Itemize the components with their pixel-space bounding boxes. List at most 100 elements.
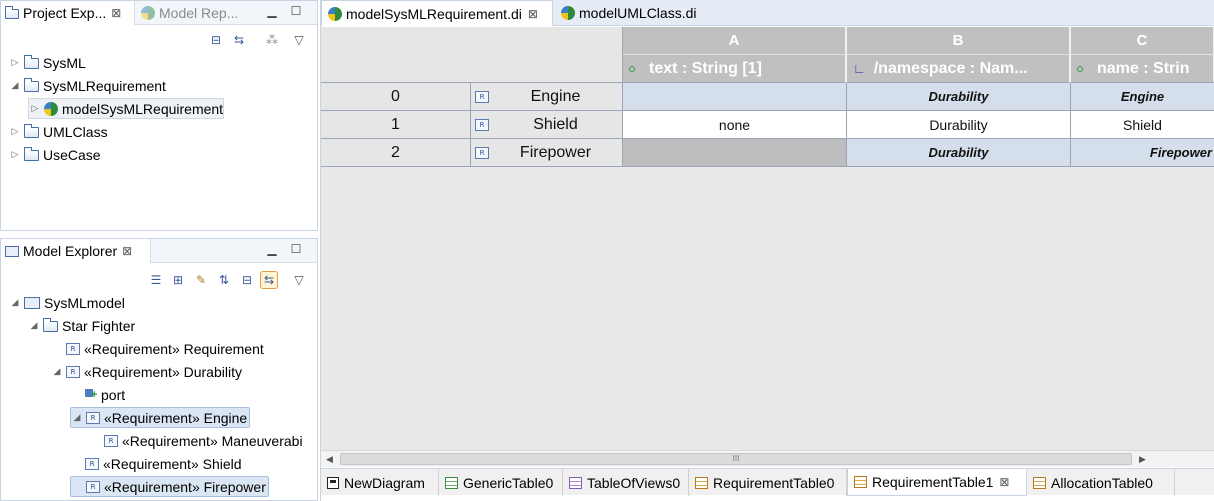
requirement-icon: R	[475, 146, 489, 159]
tab-requirementtable0[interactable]: RequirementTable0	[689, 469, 847, 496]
collapse-icon[interactable]: ◢	[9, 80, 21, 91]
close-icon[interactable]: ⊠	[111, 6, 121, 20]
table-cell[interactable]: Durability	[847, 111, 1071, 139]
collapse-icon[interactable]: ◢	[71, 412, 83, 423]
column-header-text[interactable]: text : String [1]	[623, 55, 847, 83]
column-letter-c[interactable]: C	[1071, 27, 1214, 55]
tree-label: modelSysMLRequirement	[62, 100, 224, 117]
tree-item-umlclass[interactable]: ▷ UMLClass	[9, 121, 108, 142]
collapse-icon[interactable]: ◢	[51, 366, 63, 377]
column-letter-a[interactable]: A	[623, 27, 847, 55]
column-header-name[interactable]: name : Strin	[1071, 55, 1214, 83]
close-icon[interactable]: ⊠	[122, 244, 132, 258]
papyrus-model-icon	[328, 6, 342, 21]
table-cell[interactable]: Shield	[1071, 111, 1214, 139]
tree-item-modelsysmlrequirement[interactable]: ▷ modelSysMLRequirement	[28, 98, 225, 119]
tree-label: UseCase	[43, 146, 101, 163]
tab-modelsysmlrequirement-di[interactable]: modelSysMLRequirement.di ⊠	[321, 0, 553, 26]
view-menu-icon[interactable]: ▽	[290, 271, 308, 289]
model-icon	[24, 296, 40, 309]
tree-item-durability[interactable]: ◢ R «Requirement» Durability	[51, 361, 242, 382]
column-header-label: text : String [1]	[649, 59, 762, 77]
minimize-icon[interactable]: ▁	[265, 4, 279, 18]
tree-item-shield[interactable]: R «Requirement» Shield	[70, 453, 242, 474]
table-cell[interactable]	[623, 139, 847, 167]
table-cell[interactable]: none	[623, 111, 847, 139]
requirement-icon: R	[66, 342, 80, 355]
tab-model-repository[interactable]: Model Rep...	[137, 1, 257, 25]
row-number[interactable]: 2	[321, 139, 471, 167]
model-explorer-view: Model Explorer ⊠ ▁ ☐ ☰ ⊞ ✎ ⇅ ⊟ ⇆ ▽ ◢ Sys…	[0, 238, 318, 501]
sort-alpha-icon[interactable]: ⇅	[215, 271, 233, 289]
tree-item-star-fighter[interactable]: ◢ Star Fighter	[28, 315, 136, 336]
tree-item-maneuverability[interactable]: R «Requirement» Maneuverabi	[89, 430, 303, 451]
tab-project-explorer[interactable]: Project Exp... ⊠	[1, 1, 135, 25]
collapse-all-icon[interactable]: ⊟	[207, 31, 225, 49]
table-cell[interactable]: Durability	[847, 139, 1071, 167]
tab-allocationtable0[interactable]: AllocationTable0	[1027, 469, 1175, 496]
tree-item-engine[interactable]: ◢ R «Requirement» Engine	[70, 407, 251, 428]
row-header[interactable]: R Firepower	[471, 139, 623, 167]
requirement-icon: R	[104, 434, 118, 447]
scroll-left-icon[interactable]: ◀	[321, 451, 338, 468]
expand-icon[interactable]: ▷	[9, 57, 21, 68]
tree-icon[interactable]: ⊞	[169, 271, 187, 289]
close-icon[interactable]: ⊠	[999, 475, 1009, 489]
row-header[interactable]: R Shield	[471, 111, 623, 139]
table-cell[interactable]: Engine	[1071, 83, 1214, 111]
list-icon[interactable]: ☰	[147, 271, 165, 289]
tree-label: «Requirement» Durability	[84, 363, 242, 380]
table-cell[interactable]	[623, 83, 847, 111]
tree-item-port[interactable]: port	[70, 384, 125, 405]
collapse-all-icon[interactable]: ⊟	[238, 271, 256, 289]
tree-item-sysmlmodel[interactable]: ◢ SysMLmodel	[9, 292, 125, 313]
tab-generictable0[interactable]: GenericTable0	[439, 469, 563, 496]
filter-icon[interactable]: ⁂	[263, 31, 281, 49]
model-explorer-icon	[5, 245, 19, 257]
tab-label: RequirementTable1	[872, 474, 994, 490]
close-icon[interactable]: ⊠	[528, 7, 538, 21]
folder-icon	[24, 55, 39, 69]
row-header[interactable]: R Engine	[471, 83, 623, 111]
link-with-editor-icon[interactable]: ⇆	[260, 271, 278, 289]
tree-item-usecase[interactable]: ▷ UseCase	[9, 144, 101, 165]
scrollbar-thumb[interactable]: III	[340, 453, 1132, 465]
tab-model-explorer[interactable]: Model Explorer ⊠	[1, 239, 151, 263]
tree-label: SysML	[43, 54, 86, 71]
expand-icon[interactable]: ▷	[9, 149, 21, 160]
maximize-icon[interactable]: ☐	[289, 242, 303, 256]
minimize-icon[interactable]: ▁	[265, 242, 279, 256]
view-menu-icon[interactable]: ▽	[290, 31, 308, 49]
link-with-editor-icon[interactable]: ⇆	[230, 31, 248, 49]
expand-icon[interactable]: ▷	[9, 126, 21, 137]
row-label: Shield	[533, 115, 578, 133]
customize-icon[interactable]: ✎	[192, 271, 210, 289]
tree-item-requirement[interactable]: R «Requirement» Requirement	[51, 338, 264, 359]
scroll-right-icon[interactable]: ▶	[1134, 451, 1151, 468]
row-number[interactable]: 0	[321, 83, 471, 111]
tab-label: GenericTable0	[463, 474, 554, 491]
tree-item-sysmlrequirement[interactable]: ◢ SysMLRequirement	[9, 75, 166, 96]
table-corner	[321, 27, 623, 83]
tab-tableofviews0[interactable]: TableOfViews0	[563, 469, 689, 496]
expand-icon[interactable]: ▷	[29, 103, 41, 114]
left-panel: Project Exp... ⊠ Model Rep... ▁ ☐ ⊟ ⇆ ⁂ …	[0, 0, 318, 501]
row-number[interactable]: 1	[321, 111, 471, 139]
column-header-namespace[interactable]: ∟ /namespace : Nam...	[847, 55, 1071, 83]
diagram-icon	[327, 476, 339, 489]
tree-item-sysml[interactable]: ▷ SysML	[9, 52, 86, 73]
maximize-icon[interactable]: ☐	[289, 4, 303, 18]
requirement-icon: R	[475, 118, 489, 131]
tab-modelumlclass-di[interactable]: modelUMLClass.di	[555, 0, 715, 26]
requirement-table: A B C text : String [1] ∟ /namespace : N…	[321, 27, 1214, 450]
collapse-icon[interactable]: ◢	[9, 297, 21, 308]
table-cell[interactable]: Firepower	[1071, 139, 1214, 167]
tree-item-firepower[interactable]: R «Requirement» Firepower	[70, 476, 269, 497]
collapse-icon[interactable]: ◢	[28, 320, 40, 331]
column-letter-b[interactable]: B	[847, 27, 1071, 55]
tab-requirementtable1[interactable]: RequirementTable1 ⊠	[847, 469, 1027, 496]
horizontal-scrollbar[interactable]: ◀ III ▶	[321, 450, 1214, 467]
table-cell[interactable]: Durability	[847, 83, 1071, 111]
tab-newdiagram[interactable]: NewDiagram	[321, 469, 439, 496]
package-icon	[43, 318, 58, 332]
